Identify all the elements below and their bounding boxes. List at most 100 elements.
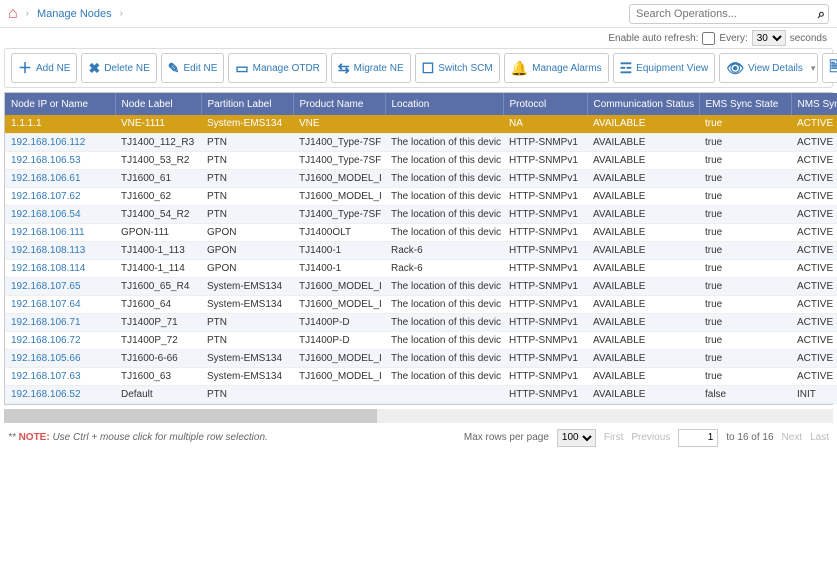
- cell-ip: 1.1.1.1: [5, 115, 115, 133]
- cell-nms: ACTIVE: [791, 259, 837, 277]
- search-input[interactable]: [629, 4, 829, 24]
- table-row[interactable]: 192.168.106.54TJ1400_54_R2PTNTJ1400_Type…: [5, 205, 837, 223]
- cell-comm: AVAILABLE: [587, 331, 699, 349]
- cell-nms: ACTIVE: [791, 169, 837, 187]
- node-ip-link[interactable]: 192.168.106.111: [11, 227, 85, 238]
- node-ip-link[interactable]: 192.168.108.113: [11, 245, 85, 256]
- node-ip-link[interactable]: 192.168.105.66: [11, 353, 81, 364]
- cell-comm: AVAILABLE: [587, 169, 699, 187]
- cell-ip: 192.168.107.63: [5, 367, 115, 385]
- column-header[interactable]: Product Name: [293, 93, 385, 115]
- node-ip-link[interactable]: 192.168.106.71: [11, 317, 81, 328]
- node-ip-link[interactable]: 192.168.106.61: [11, 173, 81, 184]
- node-ip-link[interactable]: 192.168.106.54: [11, 209, 81, 220]
- table-row[interactable]: 192.168.106.71TJ1400P_71PTNTJ1400P-DThe …: [5, 313, 837, 331]
- cell-nms: ACTIVE: [791, 151, 837, 169]
- home-icon[interactable]: ⌂: [8, 5, 18, 23]
- cell-ip: 192.168.106.111: [5, 223, 115, 241]
- table-row[interactable]: 192.168.106.53TJ1400_53_R2PTNTJ1400_Type…: [5, 151, 837, 169]
- add-ne-button[interactable]: ＋Add NE: [11, 53, 77, 83]
- page-input[interactable]: [678, 429, 718, 447]
- cell-comm: AVAILABLE: [587, 277, 699, 295]
- node-ip-link[interactable]: 192.168.106.52: [11, 389, 81, 400]
- auto-refresh-checkbox[interactable]: [702, 32, 715, 45]
- cell-ems: true: [699, 223, 791, 241]
- cell-prod: TJ1400_Type-7SF: [293, 133, 385, 151]
- column-header[interactable]: Partition Label: [201, 93, 293, 115]
- table-row[interactable]: 192.168.106.111GPON-111GPONTJ1400OLTThe …: [5, 223, 837, 241]
- first-page[interactable]: First: [604, 432, 623, 443]
- cell-comm: AVAILABLE: [587, 367, 699, 385]
- table-row[interactable]: 192.168.108.114TJ1400-1_114GPONTJ1400-1R…: [5, 259, 837, 277]
- node-ip-link[interactable]: 192.168.108.114: [11, 263, 85, 274]
- column-header[interactable]: EMS Sync State: [699, 93, 791, 115]
- cell-ip: 192.168.108.114: [5, 259, 115, 277]
- table-row[interactable]: 192.168.107.63TJ1600_63System-EMS134TJ16…: [5, 367, 837, 385]
- table-row[interactable]: 1.1.1.1VNE-1111System-EMS134VNENAAVAILAB…: [5, 115, 837, 133]
- column-header[interactable]: Node Label: [115, 93, 201, 115]
- edit-ne-button[interactable]: ✎Edit NE: [161, 53, 225, 83]
- cell-loc: The location of this devic: [385, 187, 503, 205]
- breadcrumb-title[interactable]: Manage Nodes: [37, 8, 112, 20]
- table-row[interactable]: 192.168.108.113TJ1400-1_113GPONTJ1400-1R…: [5, 241, 837, 259]
- cell-ip: 192.168.107.62: [5, 187, 115, 205]
- cell-proto: HTTP-SNMPv1: [503, 349, 587, 367]
- node-ip-link[interactable]: 192.168.106.112: [11, 137, 85, 148]
- cell-part: PTN: [201, 205, 293, 223]
- last-page[interactable]: Last: [810, 432, 829, 443]
- cell-nms: ACTIVE: [791, 331, 837, 349]
- table-row[interactable]: 192.168.107.65TJ1600_65_R4System-EMS134T…: [5, 277, 837, 295]
- delete-ne-button[interactable]: ✖Delete NE: [81, 53, 156, 83]
- cell-prod: TJ1400P-D: [293, 313, 385, 331]
- every-label: Every:: [719, 33, 747, 44]
- table-row[interactable]: 192.168.107.62TJ1600_62PTNTJ1600_MODEL_I…: [5, 187, 837, 205]
- cell-comm: AVAILABLE: [587, 349, 699, 367]
- node-ip-link[interactable]: 192.168.107.64: [11, 299, 81, 310]
- next-page[interactable]: Next: [782, 432, 803, 443]
- node-ip-link[interactable]: 192.168.107.65: [11, 281, 81, 292]
- manage-otdr-button[interactable]: ▭Manage OTDR: [228, 53, 326, 83]
- footer-note: ** NOTE: Use Ctrl + mouse click for mult…: [8, 432, 268, 443]
- column-header[interactable]: Communication Status: [587, 93, 699, 115]
- node-ip-link[interactable]: 192.168.106.53: [11, 155, 81, 166]
- table-row[interactable]: 192.168.106.112TJ1400_112_R3PTNTJ1400_Ty…: [5, 133, 837, 151]
- column-header[interactable]: Node IP or Name: [5, 93, 115, 115]
- max-rows-select[interactable]: 100: [557, 429, 596, 447]
- cell-ems: true: [699, 295, 791, 313]
- node-ip-link[interactable]: 1.1.1.1: [11, 118, 42, 129]
- manage-alarms-button[interactable]: 🔔Manage Alarms: [504, 53, 609, 83]
- cell-prod: VNE: [293, 115, 385, 133]
- cell-part: System-EMS134: [201, 295, 293, 313]
- search-icon[interactable]: ⌕: [818, 6, 825, 22]
- column-header[interactable]: NMS Sync State: [791, 93, 837, 115]
- cell-nms: ACTIVE: [791, 313, 837, 331]
- horizontal-scrollbar[interactable]: [4, 409, 833, 423]
- cell-nms: ACTIVE: [791, 133, 837, 151]
- node-ip-link[interactable]: 192.168.107.63: [11, 371, 81, 382]
- cell-nms: ACTIVE: [791, 295, 837, 313]
- migrate-ne-button[interactable]: ⇆Migrate NE: [331, 53, 411, 83]
- cell-label: Default: [115, 385, 201, 403]
- table-row[interactable]: 192.168.107.64TJ1600_64System-EMS134TJ16…: [5, 295, 837, 313]
- cell-label: TJ1400-1_114: [115, 259, 201, 277]
- node-ip-link[interactable]: 192.168.106.72: [11, 335, 81, 346]
- refresh-interval-select[interactable]: 30: [752, 30, 786, 46]
- table-row[interactable]: 192.168.106.52DefaultPTNHTTP-SNMPv1AVAIL…: [5, 385, 837, 403]
- cell-loc: The location of this devic: [385, 349, 503, 367]
- cell-ems: true: [699, 169, 791, 187]
- switch-scm-button[interactable]: ☐Switch SCM: [415, 53, 500, 83]
- view-details-button[interactable]: 👁View Details▾: [719, 53, 818, 83]
- table-row[interactable]: 192.168.106.61TJ1600_61PTNTJ1600_MODEL_I…: [5, 169, 837, 187]
- cell-label: TJ1600_64: [115, 295, 201, 313]
- column-header[interactable]: Protocol: [503, 93, 587, 115]
- table-row[interactable]: 192.168.106.72TJ1400P_72PTNTJ1400P-DThe …: [5, 331, 837, 349]
- node-ip-link[interactable]: 192.168.107.62: [11, 191, 81, 202]
- cell-label: TJ1600_61: [115, 169, 201, 187]
- reports-button[interactable]: 🗎Reports▾: [822, 53, 837, 83]
- cell-label: TJ1400_53_R2: [115, 151, 201, 169]
- column-header[interactable]: Location: [385, 93, 503, 115]
- equipment-view-button[interactable]: ☲Equipment View: [613, 53, 716, 83]
- table-row[interactable]: 192.168.105.66TJ1600-6-66System-EMS134TJ…: [5, 349, 837, 367]
- cell-comm: AVAILABLE: [587, 187, 699, 205]
- prev-page[interactable]: Previous: [631, 432, 670, 443]
